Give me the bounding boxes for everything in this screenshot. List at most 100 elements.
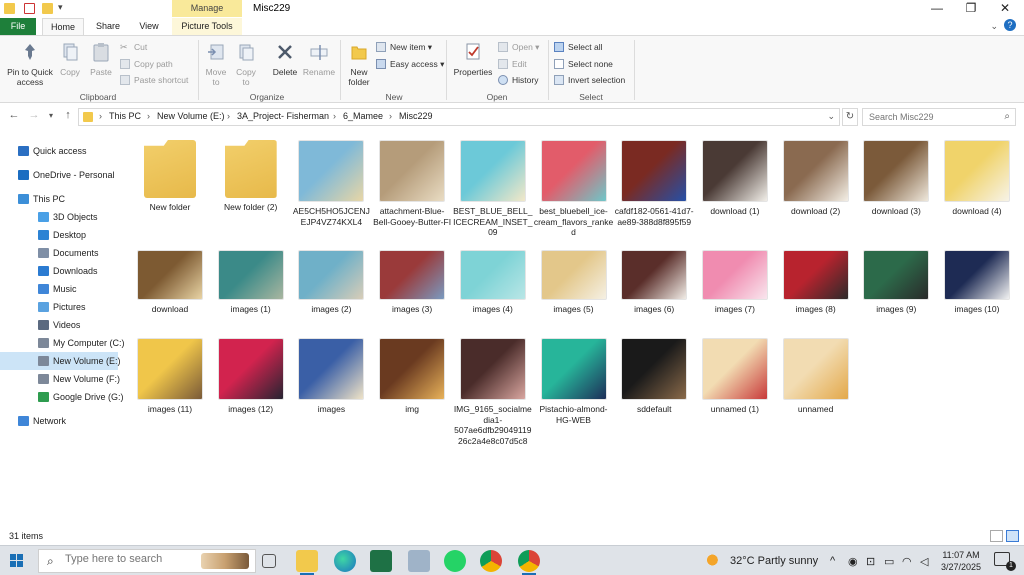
- maximize-button[interactable]: ❐: [954, 0, 988, 17]
- large-icons-view-button[interactable]: [1006, 530, 1019, 542]
- folder-item[interactable]: New folder: [130, 140, 210, 213]
- nav-item-desktop[interactable]: Desktop: [0, 226, 118, 244]
- image-file-item[interactable]: unnamed: [776, 338, 856, 415]
- nav-item-music[interactable]: Music: [0, 280, 118, 298]
- delete-button[interactable]: Delete: [268, 42, 302, 77]
- nav-item-my-computer-c[interactable]: My Computer (C:): [0, 334, 125, 352]
- task-view-icon[interactable]: [262, 554, 276, 568]
- image-file-item[interactable]: images (4): [453, 250, 533, 315]
- image-file-item[interactable]: images: [291, 338, 371, 415]
- image-file-item[interactable]: images (8): [776, 250, 856, 315]
- select-all-button[interactable]: Select all: [554, 40, 603, 54]
- breadcrumb-3a-project-fisherman[interactable]: 3A_Project- Fisherman: [237, 111, 329, 121]
- easy-access-button[interactable]: Easy access ▾: [376, 57, 444, 71]
- wifi-icon[interactable]: ◠: [902, 555, 912, 568]
- whatsapp-taskbar-icon[interactable]: [444, 550, 466, 572]
- up-button[interactable]: ↑: [60, 109, 76, 121]
- image-file-item[interactable]: attachment-Blue-Bell-Gooey-Butter-FI: [372, 140, 452, 227]
- recent-locations-button[interactable]: ▾: [43, 111, 59, 120]
- nav-item-documents[interactable]: Documents: [0, 244, 118, 262]
- taskbar-search-input[interactable]: [65, 553, 195, 565]
- refresh-button[interactable]: ↻: [842, 108, 858, 126]
- chrome-taskbar-icon[interactable]: [480, 550, 502, 572]
- weather-text[interactable]: 32°C Partly sunny: [730, 555, 818, 567]
- new-folder-quick-icon[interactable]: [42, 3, 53, 14]
- nav-item-downloads[interactable]: Downloads: [0, 262, 118, 280]
- minimize-button[interactable]: —: [920, 0, 954, 17]
- tab-file[interactable]: File: [0, 18, 36, 35]
- nav-item-this-pc[interactable]: This PC: [0, 190, 118, 208]
- quick-access-dropdown-icon[interactable]: ▾: [58, 2, 63, 13]
- taskbar-search-box[interactable]: ⌕: [38, 549, 256, 573]
- nav-item-network[interactable]: Network: [0, 412, 118, 430]
- image-file-item[interactable]: download: [130, 250, 210, 315]
- copy-path-button[interactable]: Copy path: [120, 57, 173, 71]
- pin-to-quick-access-button[interactable]: Pin to Quick access: [2, 42, 58, 87]
- edge-taskbar-icon[interactable]: [334, 550, 356, 572]
- image-file-item[interactable]: sddefault: [614, 338, 694, 415]
- details-view-button[interactable]: [990, 530, 1003, 542]
- edit-button[interactable]: Edit: [498, 57, 527, 71]
- image-file-item[interactable]: images (12): [211, 338, 291, 415]
- close-button[interactable]: ✕: [988, 0, 1022, 17]
- tab-share[interactable]: Share: [88, 18, 128, 35]
- address-dropdown-icon[interactable]: ⌄: [827, 111, 835, 122]
- image-file-item[interactable]: cafdf182-0561-41d7-ae89-388d8f895f59: [614, 140, 694, 227]
- move-to-button[interactable]: Move to: [202, 42, 230, 87]
- image-file-item[interactable]: images (2): [291, 250, 371, 315]
- tab-home[interactable]: Home: [42, 18, 84, 35]
- forward-button[interactable]: →: [26, 109, 42, 121]
- nav-item-onedrive-personal[interactable]: OneDrive - Personal: [0, 166, 118, 184]
- nav-item-new-volume-e[interactable]: New Volume (E:): [0, 352, 121, 370]
- back-button[interactable]: ←: [6, 109, 22, 121]
- meet-icon[interactable]: ⊡: [866, 555, 875, 568]
- copy-to-button[interactable]: Copy to: [232, 42, 260, 87]
- paste-button[interactable]: Paste: [86, 42, 116, 77]
- nav-item-google-drive-g[interactable]: Google Drive (G:): [0, 388, 124, 406]
- image-file-item[interactable]: Pistachio-almond-HG-WEB: [534, 338, 614, 425]
- properties-quick-icon[interactable]: [24, 3, 35, 14]
- image-file-item[interactable]: images (5): [534, 250, 614, 315]
- image-file-item[interactable]: unnamed (1): [695, 338, 775, 415]
- cut-button[interactable]: ✂ Cut: [120, 40, 147, 54]
- breadcrumb-6-mamee[interactable]: 6_Mamee: [343, 111, 383, 121]
- nav-item-videos[interactable]: Videos: [0, 316, 118, 334]
- windows-start-button[interactable]: [10, 554, 24, 568]
- history-button[interactable]: History: [498, 73, 538, 87]
- rename-button[interactable]: Rename: [302, 42, 336, 77]
- image-file-item[interactable]: download (1): [695, 140, 775, 217]
- image-file-item[interactable]: download (2): [776, 140, 856, 217]
- image-file-item[interactable]: AE5CH5HO5JCENJEJP4VZ74KXL4: [291, 140, 371, 227]
- copy-button[interactable]: Copy: [56, 42, 84, 77]
- nav-item-quick-access[interactable]: Quick access: [0, 142, 118, 160]
- battery-icon[interactable]: ▭: [884, 555, 894, 568]
- breadcrumb-this-pc[interactable]: This PC: [109, 111, 141, 121]
- image-file-item[interactable]: download (4): [937, 140, 1017, 217]
- weather-icon[interactable]: [706, 553, 722, 567]
- excel-taskbar-icon[interactable]: [370, 550, 392, 572]
- image-file-item[interactable]: IMG_9165_socialmedia1-507ae6dfb290491192…: [453, 338, 533, 446]
- chrome-profile-taskbar-icon[interactable]: [518, 550, 540, 575]
- clock[interactable]: 11:07 AM 3/27/2025: [936, 549, 986, 573]
- nav-item-new-volume-f[interactable]: New Volume (F:): [0, 370, 120, 388]
- search-box[interactable]: ⌕: [862, 108, 1016, 126]
- image-file-item[interactable]: img: [372, 338, 452, 415]
- image-file-item[interactable]: best_bluebell_ice-cream_flavors_ranked: [534, 140, 614, 238]
- show-hidden-icons-button[interactable]: ^: [830, 555, 835, 567]
- tab-manage[interactable]: Manage: [172, 0, 242, 17]
- search-input[interactable]: [863, 109, 993, 125]
- properties-button[interactable]: Properties: [450, 42, 496, 77]
- snipping-tool-taskbar-icon[interactable]: [408, 550, 430, 572]
- select-none-button[interactable]: Select none: [554, 57, 613, 71]
- image-file-item[interactable]: images (9): [856, 250, 936, 315]
- new-folder-button[interactable]: New folder: [344, 42, 374, 87]
- image-file-item[interactable]: images (11): [130, 338, 210, 415]
- address-bar[interactable]: › This PC › New Volume (E:) › 3A_Project…: [78, 108, 840, 126]
- invert-selection-button[interactable]: Invert selection: [554, 73, 625, 87]
- volume-icon[interactable]: ◁: [920, 555, 928, 568]
- tab-view[interactable]: View: [130, 18, 168, 35]
- image-file-item[interactable]: images (6): [614, 250, 694, 315]
- breadcrumb-new-volume-e[interactable]: New Volume (E:): [157, 111, 225, 121]
- nav-item-pictures[interactable]: Pictures: [0, 298, 118, 316]
- open-button[interactable]: Open ▾: [498, 40, 539, 54]
